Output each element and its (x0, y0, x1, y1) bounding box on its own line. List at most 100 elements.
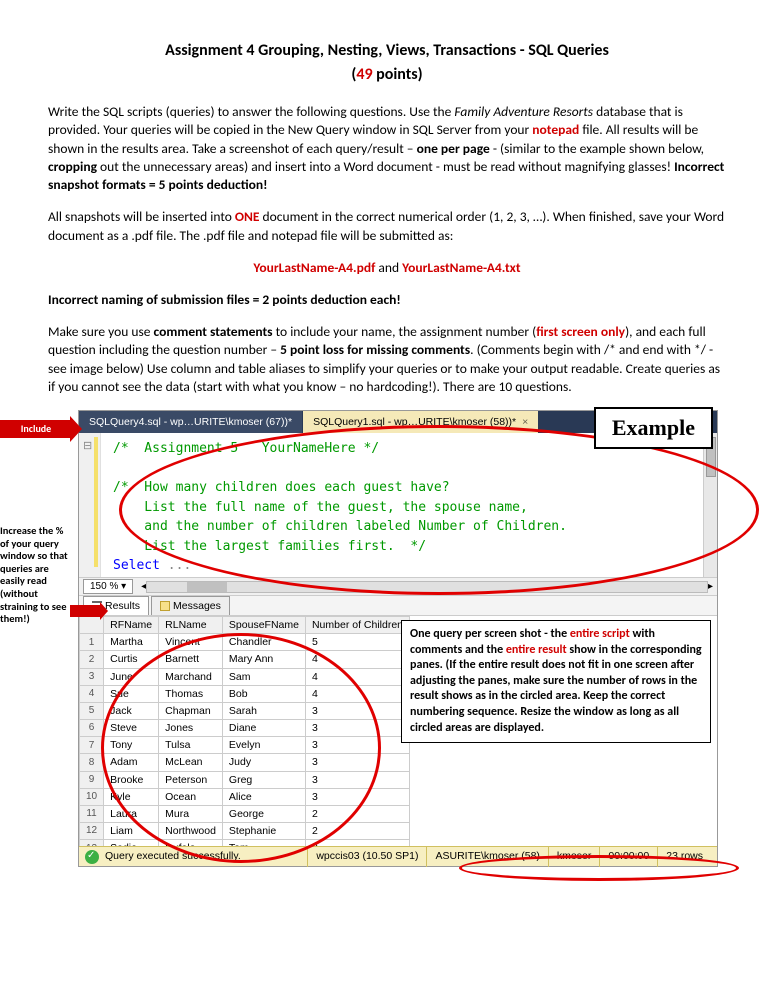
success-icon (85, 850, 99, 864)
zoom-side-arrow (70, 605, 100, 617)
table-row[interactable]: 4SueThomasBob4 (80, 685, 410, 702)
table-row[interactable]: 8AdamMcLeanJudy3 (80, 754, 410, 771)
paragraph-2: All snapshots will be inserted into ONE … (48, 208, 726, 244)
code-select-keyword: Select (113, 558, 160, 573)
p1-t1: Write the SQL scripts (queries) to answe… (48, 103, 454, 120)
table-cell: 7 (80, 737, 104, 754)
table-cell: 2 (305, 840, 409, 846)
filename-and: and (375, 259, 402, 276)
editor-tab-active[interactable]: SQLQuery1.sql - wp…URITE\kmoser (58))*× (303, 411, 538, 433)
instruction-callout-box: One query per screen shot - the entire s… (401, 620, 711, 743)
tab-inactive-label: SQLQuery4.sql - wp…URITE\kmoser (67))* (89, 416, 292, 428)
table-cell: June (104, 668, 159, 685)
table-row[interactable]: 2CurtisBarnettMary Ann4 (80, 651, 410, 668)
table-cell: Judy (222, 754, 305, 771)
result-tab-bar: Results Messages (79, 596, 717, 616)
horizontal-scrollbar[interactable] (146, 581, 708, 593)
table-cell: 5 (80, 702, 104, 719)
table-cell: 8 (80, 754, 104, 771)
table-cell: 3 (305, 788, 409, 805)
status-db: kmoser (548, 847, 599, 867)
code-editor-pane[interactable]: ⊟ /* Assignment 5 YourNameHere */ /* How… (79, 433, 717, 578)
status-message: Query executed successfully. (105, 849, 241, 863)
table-cell: Jack (104, 702, 159, 719)
p4-t4: first screen only (536, 323, 625, 340)
doc-title: Assignment 4 Grouping, Nesting, Views, T… (48, 40, 726, 62)
status-rows: 23 rows (657, 847, 711, 867)
table-cell: 4 (80, 685, 104, 702)
p1-t6: one per page (417, 140, 490, 157)
table-header-row: RFName RLName SpouseFName Number of Chil… (80, 617, 410, 634)
table-row[interactable]: 10KyleOceanAlice3 (80, 788, 410, 805)
table-cell: 3 (305, 737, 409, 754)
points-value: 49 (356, 65, 372, 84)
table-row[interactable]: 11LauraMuraGeorge2 (80, 805, 410, 822)
results-grid-pane: RFName RLName SpouseFName Number of Chil… (79, 616, 717, 846)
filename-txt: YourLastName-A4.txt (402, 259, 520, 276)
table-cell: Greg (222, 771, 305, 788)
vertical-scrollbar[interactable] (703, 433, 717, 577)
code-line-5: List the largest families first. */ (113, 539, 426, 554)
code-line-1: /* Assignment 5 YourNameHere */ (113, 441, 379, 456)
p2-t2: ONE (235, 208, 260, 225)
table-row[interactable]: 13SadieRufaloTom2 (80, 840, 410, 846)
col-rfname: RFName (104, 617, 159, 634)
table-row[interactable]: 9BrookePetersonGreg3 (80, 771, 410, 788)
ssms-window: Example SQLQuery4.sql - wp…URITE\kmoser … (78, 410, 718, 867)
code-line-4: and the number of children labeled Numbe… (113, 519, 567, 534)
table-cell: Curtis (104, 651, 159, 668)
scroll-right-icon[interactable]: ▸ (708, 580, 713, 594)
table-cell: 13 (80, 840, 104, 846)
table-cell: Diane (222, 720, 305, 737)
zoom-side-note: Increase the % of your query window so t… (0, 525, 74, 626)
status-bar: Query executed successfully. wpccis03 (1… (79, 846, 717, 866)
table-cell: Alice (222, 788, 305, 805)
table-cell: 1 (80, 634, 104, 651)
close-icon[interactable]: × (522, 416, 528, 428)
table-row[interactable]: 3JuneMarchandSam4 (80, 668, 410, 685)
paragraph-3: Incorrect naming of submission files = 2… (48, 291, 726, 309)
table-row[interactable]: 6SteveJonesDiane3 (80, 720, 410, 737)
table-row[interactable]: 7TonyTulsaEvelyn3 (80, 737, 410, 754)
table-row[interactable]: 12LiamNorthwoodStephanie2 (80, 823, 410, 840)
table-cell: Evelyn (222, 737, 305, 754)
messages-tab[interactable]: Messages (151, 596, 230, 615)
table-row[interactable]: 1MarthaVincentChandler5 (80, 634, 410, 651)
table-cell: 3 (305, 720, 409, 737)
paragraph-1: Write the SQL scripts (queries) to answe… (48, 103, 726, 194)
col-children: Number of Children (305, 617, 409, 634)
table-cell: Mary Ann (222, 651, 305, 668)
table-cell: Kyle (104, 788, 159, 805)
include-callout-arrow: Include (0, 420, 72, 438)
p4-t3: to include your name, the assignment num… (273, 323, 537, 340)
col-rlname: RLName (159, 617, 223, 634)
p2-t1: All snapshots will be inserted into (48, 208, 235, 225)
zoom-dropdown[interactable]: 150 % ▾ (83, 579, 133, 595)
table-cell: 3 (80, 668, 104, 685)
table-cell: 6 (80, 720, 104, 737)
table-cell: 4 (305, 651, 409, 668)
editor-tab-inactive[interactable]: SQLQuery4.sql - wp…URITE\kmoser (67))* (79, 411, 302, 433)
h-scrollbar-thumb[interactable] (187, 582, 227, 592)
p1-t2: Family Adventure Resorts (454, 103, 593, 120)
filename-line: YourLastName-A4.pdf and YourLastName-A4.… (48, 259, 726, 277)
code-line-2: /* How many children does each guest hav… (113, 480, 450, 495)
table-cell: Bob (222, 685, 305, 702)
code-content[interactable]: /* Assignment 5 YourNameHere */ /* How m… (101, 433, 703, 577)
table-cell: Marchand (159, 668, 223, 685)
table-cell: Jones (159, 720, 223, 737)
p4-t1: Make sure you use (48, 323, 154, 340)
change-indicator (94, 437, 98, 567)
chevron-down-icon: ▾ (121, 581, 126, 592)
table-row[interactable]: 5JackChapmanSarah3 (80, 702, 410, 719)
table-cell: Vincent (159, 634, 223, 651)
p1-t4: notepad (532, 121, 579, 138)
collapse-icon[interactable]: ⊟ (83, 439, 92, 454)
p1-t7: - (similar to the example shown below, (490, 140, 704, 157)
code-line-3: List the full name of the guest, the spo… (113, 500, 528, 515)
col-spouse: SpouseFName (222, 617, 305, 634)
table-cell: 10 (80, 788, 104, 805)
table-cell: 4 (305, 685, 409, 702)
p4-t2: comment statements (154, 323, 273, 340)
table-cell: McLean (159, 754, 223, 771)
